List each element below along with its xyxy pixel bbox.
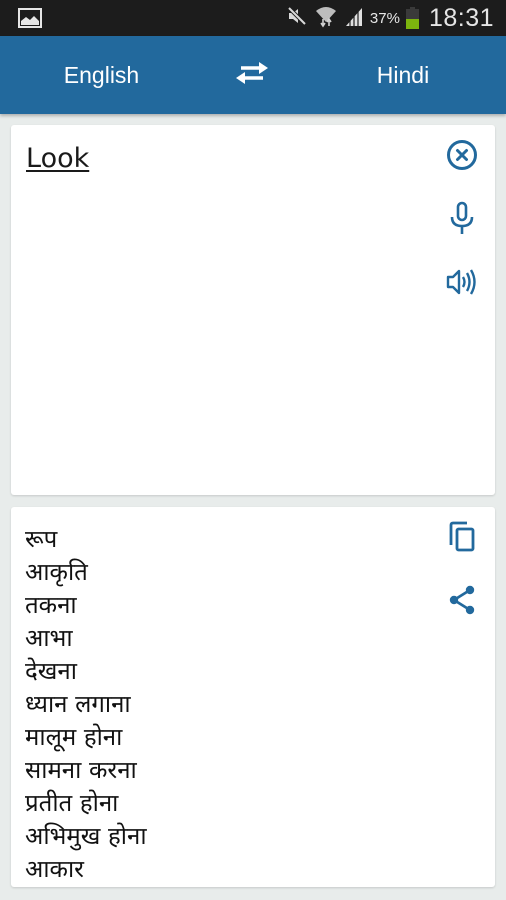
translation-item: आकृति [25,558,88,586]
translation-item: अभिमुख होना [25,822,147,850]
clear-button[interactable] [442,137,482,177]
share-button[interactable] [442,582,482,622]
microphone-icon [449,201,475,240]
translation-item: आभा [25,624,73,652]
output-card: रूप आकृति तकना आभा देखना ध्यान लगाना माल… [11,507,495,887]
translation-item: तकना [25,591,77,619]
copy-button[interactable] [442,519,482,559]
share-icon [447,584,477,621]
status-bar: 37% 18:31 [0,0,506,36]
swap-languages-button[interactable] [231,58,273,92]
source-text-input[interactable]: Look [26,143,89,174]
battery-percent: 37% [369,9,400,27]
speak-button[interactable] [442,264,482,304]
translation-item: सामना करना [25,756,137,784]
wifi-icon [314,4,338,33]
app-bar: English Hindi [0,36,506,114]
voice-input-button[interactable] [442,200,482,240]
clock: 18:31 [428,3,494,32]
translation-item: ध्यान लगाना [25,690,131,718]
translation-list: रूप आकृति तकना आभा देखना ध्यान लगाना माल… [25,523,425,886]
speaker-icon [445,267,479,302]
translation-item: देखना [25,657,77,685]
battery-icon [405,7,419,29]
image-notification-icon [18,8,42,28]
translation-item: रूप [25,525,58,553]
copy-icon [447,521,477,558]
clear-circle-icon [446,139,478,176]
input-card: Look [11,125,495,495]
source-language-button[interactable]: English [0,36,203,114]
translation-item: प्रतीत होना [25,789,119,817]
translation-item: आकार [25,855,84,883]
target-language-button[interactable]: Hindi [303,36,503,114]
translation-item: मालूम होना [25,723,123,751]
mute-icon [286,5,308,32]
signal-icon [344,5,364,32]
swap-arrows-icon [233,59,271,92]
